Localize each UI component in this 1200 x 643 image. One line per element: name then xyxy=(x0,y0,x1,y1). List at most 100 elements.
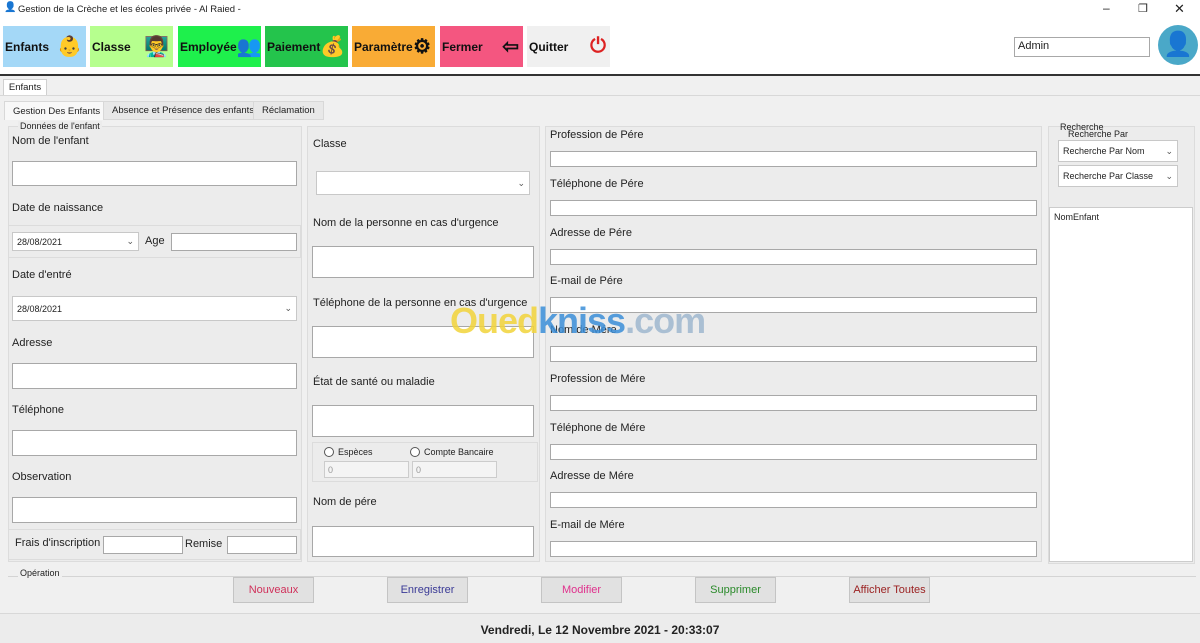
urgence-nom-input[interactable] xyxy=(312,246,534,278)
sante-label: État de santé ou maladie xyxy=(313,376,435,388)
window-title: Gestion de la Crèche et les écoles privé… xyxy=(18,4,241,15)
birthdate-picker[interactable]: 28/08/2021 ⌄ xyxy=(12,232,139,251)
parent-field-8-label: E-mail de Mére xyxy=(550,519,625,531)
search-by-label: Recherche Par xyxy=(1068,129,1129,139)
adresse-input[interactable] xyxy=(12,363,297,389)
nom-pere-label: Nom de pére xyxy=(313,496,377,508)
parent-field-1-label: Téléphone de Pére xyxy=(550,178,644,190)
nom-input[interactable] xyxy=(12,161,297,186)
especes-label: Espèces xyxy=(338,447,373,457)
power-icon: ⏻ xyxy=(590,35,606,57)
parent-field-1-input[interactable] xyxy=(550,200,1037,216)
parent-field-4-input[interactable] xyxy=(550,346,1037,362)
parent-field-5-label: Profession de Mére xyxy=(550,373,646,385)
tab-gestion-des-enfants[interactable]: Gestion Des Enfants xyxy=(4,101,110,120)
toolbar-label: Paramètre xyxy=(354,39,413,54)
classe-select[interactable]: ⌄ xyxy=(316,171,530,195)
children-list[interactable]: NomEnfant xyxy=(1049,207,1193,562)
parent-field-2-input[interactable] xyxy=(550,249,1037,265)
logout-icon: ⇦ xyxy=(502,36,519,58)
entry-date-picker[interactable]: 28/08/2021 ⌄ xyxy=(12,296,297,321)
user-field[interactable]: Admin xyxy=(1014,37,1150,57)
toolbar-paiement-button[interactable]: Paiement 💰 xyxy=(265,26,348,67)
observation-input[interactable] xyxy=(12,497,297,523)
toolbar-paramètre-button[interactable]: Paramètre ⚙ xyxy=(352,26,435,67)
entry-date-value: 28/08/2021 xyxy=(17,303,63,314)
parent-field-7-input[interactable] xyxy=(550,492,1037,508)
toolbar-fermer-button[interactable]: Fermer ⇦ xyxy=(440,26,523,67)
list-header-nomenfant: NomEnfant xyxy=(1054,212,1100,222)
telephone-label: Téléphone xyxy=(12,404,64,416)
tab-reclamation[interactable]: Réclamation xyxy=(253,101,324,120)
birthdate-value: 28/08/2021 xyxy=(17,236,63,247)
toolbar-label: Quitter xyxy=(529,39,569,54)
parent-field-4-label: Nom de Mére xyxy=(550,324,617,336)
avatar[interactable]: 👤 xyxy=(1158,25,1198,65)
especes-input[interactable]: 0 xyxy=(324,461,409,478)
compte-input[interactable]: 0 xyxy=(412,461,497,478)
frais-input[interactable] xyxy=(103,536,183,554)
group-label: Données de l'enfant xyxy=(18,121,102,131)
chevron-down-icon: ⌄ xyxy=(1165,170,1173,181)
employees-icon: 👥 xyxy=(236,36,262,58)
search-by-class-select[interactable]: Recherche Par Classe ⌄ xyxy=(1058,165,1178,187)
nouveaux-button[interactable]: Nouveaux xyxy=(233,577,314,603)
toolbar-classe-button[interactable]: Classe 👨‍🏫 xyxy=(90,26,173,67)
toolbar-label: Fermer xyxy=(442,39,483,54)
chevron-down-icon: ⌄ xyxy=(284,303,292,313)
chevron-down-icon: ⌄ xyxy=(1165,145,1173,156)
toolbar-employée-button[interactable]: Employée 👥 xyxy=(178,26,262,67)
toolbar-enfants-button[interactable]: Enfants 👶 xyxy=(3,26,86,67)
minimize-icon[interactable]: – xyxy=(1103,1,1110,15)
frais-label: Frais d'inscription xyxy=(15,537,101,549)
tab-absence-presence[interactable]: Absence et Présence des enfants xyxy=(103,101,264,120)
remise-label: Remise xyxy=(185,538,223,550)
age-input[interactable] xyxy=(171,233,297,251)
datetime-status: Vendredi, Le 12 Novembre 2021 - 20:33:07 xyxy=(480,623,720,637)
toolbar-label: Paiement xyxy=(267,39,321,54)
modifier-button[interactable]: Modifier xyxy=(541,577,622,603)
search-by-class-value: Recherche Par Classe xyxy=(1063,171,1154,181)
nom-pere-input[interactable] xyxy=(312,526,534,557)
urgence-tel-label: Téléphone de la personne en cas d'urgenc… xyxy=(313,297,528,309)
toolbar-divider xyxy=(0,74,1200,76)
app-icon: 👤 xyxy=(4,2,17,13)
money-bag-icon: 💰 xyxy=(320,36,346,58)
parent-field-8-input[interactable] xyxy=(550,541,1037,557)
teacher-class-icon: 👨‍🏫 xyxy=(144,36,169,58)
parent-field-7-label: Adresse de Mére xyxy=(550,470,634,482)
remise-input[interactable] xyxy=(227,536,297,554)
observation-label: Observation xyxy=(12,471,72,483)
parent-field-3-label: E-mail de Pére xyxy=(550,275,623,287)
enregistrer-button[interactable]: Enregistrer xyxy=(387,577,468,603)
baby-icon: 👶 xyxy=(57,36,82,58)
tab-enfants[interactable]: Enfants xyxy=(3,79,47,96)
close-icon[interactable]: ✕ xyxy=(1174,1,1185,17)
parent-field-6-label: Téléphone de Mére xyxy=(550,422,646,434)
nom-label: Nom de l'enfant xyxy=(12,135,89,147)
especes-radio[interactable] xyxy=(324,447,334,457)
maximize-icon[interactable]: ❐ xyxy=(1138,2,1148,15)
afficher-toutes-button[interactable]: Afficher Toutes xyxy=(849,577,930,603)
adresse-label: Adresse xyxy=(12,337,53,349)
urgence-tel-input[interactable] xyxy=(312,326,534,358)
search-by-name-value: Recherche Par Nom xyxy=(1063,146,1145,156)
parent-field-3-input[interactable] xyxy=(550,297,1037,313)
telephone-input[interactable] xyxy=(12,430,297,456)
parent-field-6-input[interactable] xyxy=(550,444,1037,460)
sante-input[interactable] xyxy=(312,405,534,437)
chevron-down-icon: ⌄ xyxy=(517,177,525,188)
compte-label: Compte Bancaire xyxy=(424,447,494,457)
supprimer-button[interactable]: Supprimer xyxy=(695,577,776,603)
gear-icon: ⚙ xyxy=(413,36,431,58)
naissance-label: Date de naissance xyxy=(12,202,104,214)
parent-field-5-input[interactable] xyxy=(550,395,1037,411)
parent-field-0-label: Profession de Pére xyxy=(550,129,644,141)
age-label: Age xyxy=(145,235,165,247)
chevron-down-icon: ⌄ xyxy=(126,236,134,246)
compte-radio[interactable] xyxy=(410,447,420,457)
toolbar-quitter-button[interactable]: Quitter ⏻ xyxy=(527,26,610,67)
parent-field-2-label: Adresse de Pére xyxy=(550,227,632,239)
parent-field-0-input[interactable] xyxy=(550,151,1037,167)
search-by-name-select[interactable]: Recherche Par Nom ⌄ xyxy=(1058,140,1178,162)
